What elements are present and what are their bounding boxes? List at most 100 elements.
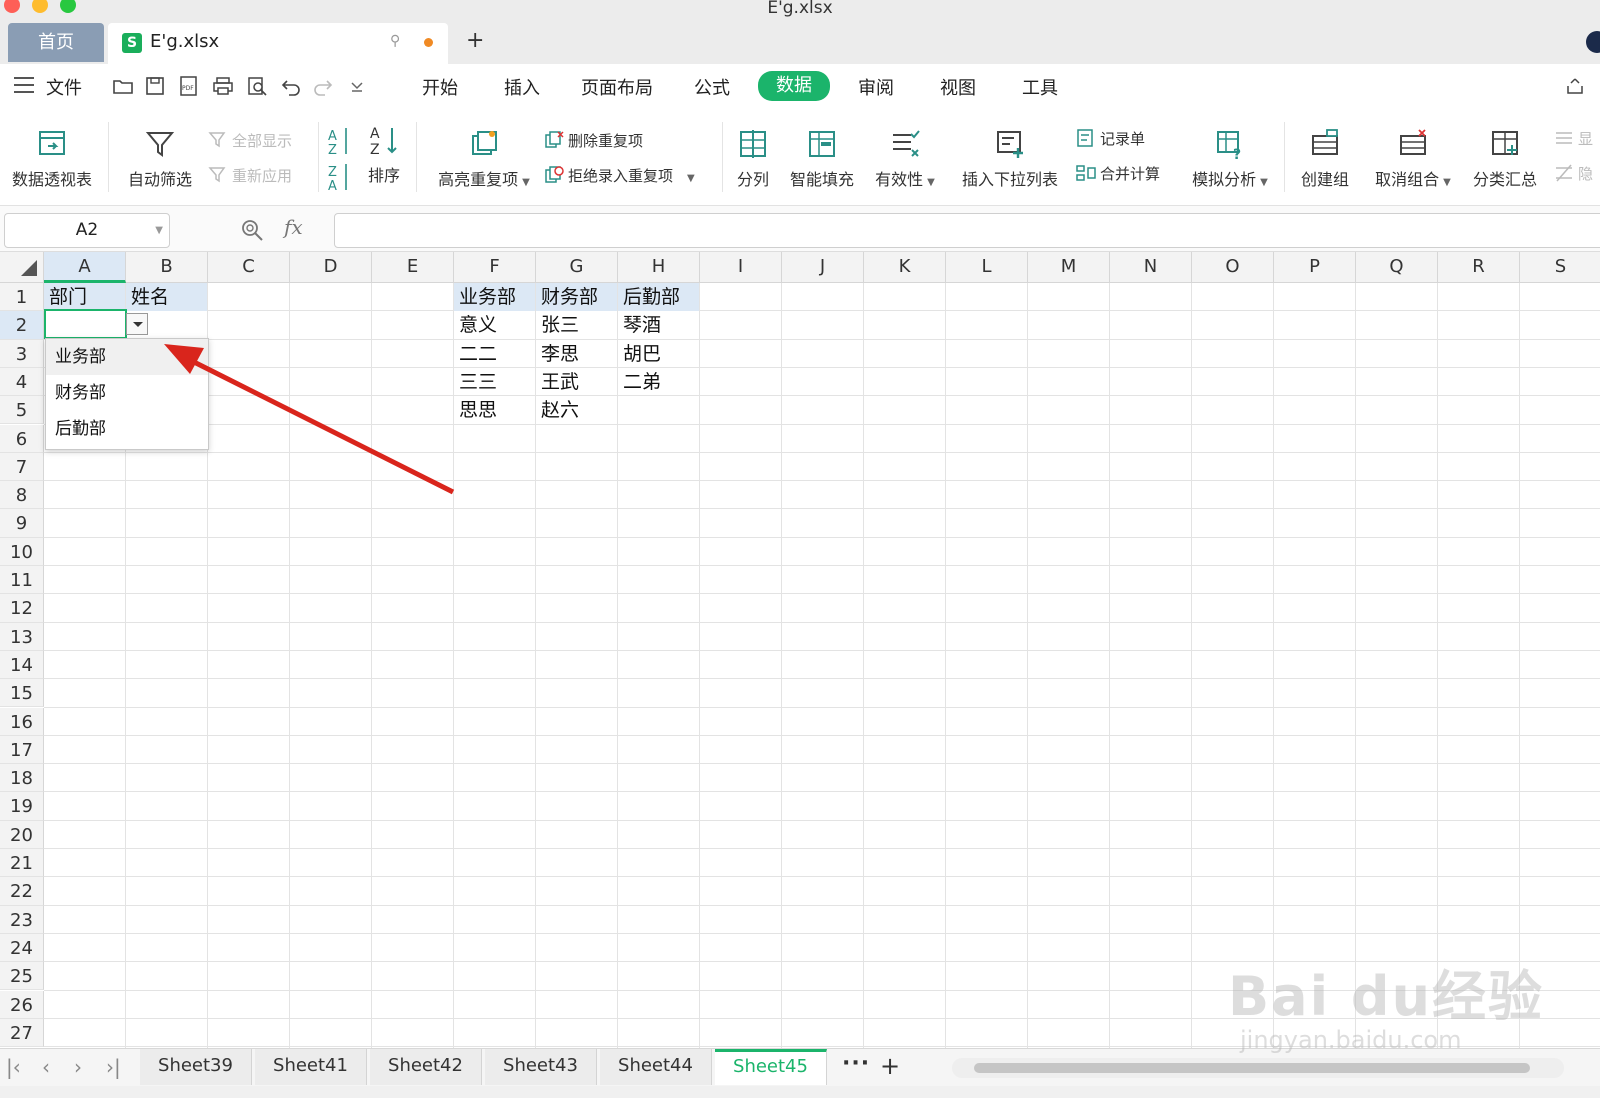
row-header-13[interactable]: 13 — [0, 622, 44, 651]
column-header-f[interactable]: F — [454, 252, 536, 283]
menu-tab-data[interactable]: 数据 — [758, 71, 830, 101]
first-sheet-icon[interactable]: |‹ — [6, 1055, 21, 1079]
column-header-o[interactable]: O — [1192, 252, 1274, 283]
cell-g2[interactable]: 张三 — [536, 311, 617, 339]
column-header-m[interactable]: M — [1028, 252, 1110, 283]
export-pdf-icon[interactable]: PDF — [178, 75, 200, 97]
cell-h2[interactable]: 琴酒 — [618, 311, 699, 339]
column-header-i[interactable]: I — [700, 252, 782, 283]
dropdown-option[interactable]: 财务部 — [46, 375, 208, 411]
insert-dropdown-list-button[interactable]: 插入下拉列表 — [958, 128, 1062, 190]
sheet-tab-sheet42[interactable]: Sheet42 — [370, 1049, 482, 1085]
chevron-down-icon[interactable]: ▼ — [155, 214, 163, 247]
autofilter-button[interactable]: 自动筛选 — [122, 128, 198, 190]
spreadsheet-grid[interactable]: A B C D E F G H I J K L M N O P Q R S 1 2 3 4 5 6 7 8 9 10 11 12 13 14 15… — [0, 252, 1600, 1048]
row-header-1[interactable]: 1 — [0, 283, 44, 312]
row-header-16[interactable]: 16 — [0, 707, 44, 736]
horizontal-scrollbar[interactable] — [952, 1058, 1564, 1078]
cell-g1[interactable]: 财务部 — [536, 283, 617, 311]
column-header-s[interactable]: S — [1520, 252, 1600, 283]
row-header-18[interactable]: 18 — [0, 764, 44, 793]
column-header-r[interactable]: R — [1438, 252, 1520, 283]
reject-duplicates-button[interactable]: 拒绝录入重复项 ▼ — [544, 165, 695, 186]
share-icon[interactable] — [1565, 76, 1585, 96]
column-header-j[interactable]: J — [782, 252, 864, 283]
row-header-12[interactable]: 12 — [0, 594, 44, 623]
dropdown-option[interactable]: 后勤部 — [46, 411, 208, 447]
formula-input[interactable] — [334, 213, 1600, 248]
menu-tab-view[interactable]: 视图 — [940, 74, 976, 100]
row-header-6[interactable]: 6 — [0, 424, 44, 453]
menu-tab-insert[interactable]: 插入 — [504, 74, 540, 100]
row-header-3[interactable]: 3 — [0, 339, 44, 368]
prev-sheet-icon[interactable]: ‹ — [42, 1055, 50, 1079]
split-column-button[interactable]: 分列 — [730, 128, 776, 190]
print-preview-icon[interactable] — [246, 75, 268, 97]
cell-f5[interactable]: 思思 — [454, 396, 535, 424]
menu-tab-tools[interactable]: 工具 — [1022, 74, 1058, 100]
menu-file[interactable]: 文件 — [46, 74, 82, 100]
row-header-22[interactable]: 22 — [0, 877, 44, 906]
validity-button[interactable]: 有效性 ▼ — [872, 128, 938, 190]
undo-icon[interactable] — [280, 75, 302, 97]
record-form-button[interactable]: 记录单 — [1076, 128, 1145, 149]
cell-b1[interactable]: 姓名 — [126, 283, 207, 311]
tab-file[interactable]: S E'g.xlsx ⚲ — [108, 23, 448, 64]
row-header-17[interactable]: 17 — [0, 735, 44, 765]
last-sheet-icon[interactable]: ›| — [106, 1055, 121, 1079]
sheet-tab-sheet44[interactable]: Sheet44 — [600, 1049, 712, 1085]
column-header-d[interactable]: D — [290, 252, 372, 283]
menu-tab-page-layout[interactable]: 页面布局 — [581, 74, 653, 100]
row-header-19[interactable]: 19 — [0, 792, 44, 821]
row-header-8[interactable]: 8 — [0, 481, 44, 510]
row-header-2[interactable]: 2 — [0, 311, 44, 340]
highlight-duplicates-button[interactable]: 高亮重复项 ▼ — [428, 128, 540, 190]
hide-detail-button[interactable]: 隐 — [1554, 163, 1593, 184]
column-header-a[interactable]: A — [44, 252, 126, 283]
cell-a1[interactable]: 部门 — [44, 283, 125, 311]
print-icon[interactable] — [212, 75, 234, 97]
menu-tab-formula[interactable]: 公式 — [694, 74, 730, 100]
dropdown-option[interactable]: 业务部 — [46, 339, 208, 375]
cell-f3[interactable]: 二二 — [454, 340, 535, 368]
pivot-table-button[interactable]: 数据透视表 — [8, 128, 96, 190]
column-header-b[interactable]: B — [126, 252, 208, 283]
row-header-23[interactable]: 23 — [0, 905, 44, 934]
what-if-analysis-button[interactable]: ? 模拟分析 ▼ — [1188, 128, 1272, 190]
cell-f1[interactable]: 业务部 — [454, 283, 535, 311]
row-header-10[interactable]: 10 — [0, 537, 44, 566]
customize-quick-access-icon[interactable] — [346, 75, 368, 97]
column-header-k[interactable]: K — [864, 252, 946, 283]
scrollbar-thumb[interactable] — [974, 1063, 1530, 1073]
cell-g3[interactable]: 李思 — [536, 340, 617, 368]
row-header-24[interactable]: 24 — [0, 933, 44, 963]
more-sheets-button[interactable]: ··· — [842, 1051, 870, 1076]
next-sheet-icon[interactable]: › — [74, 1055, 82, 1079]
insert-function-button[interactable]: fx — [284, 215, 303, 239]
menu-tab-start[interactable]: 开始 — [422, 74, 458, 100]
sort-button[interactable]: AZ 排序 — [362, 124, 406, 186]
ungroup-button[interactable]: 取消组合 ▼ — [1370, 128, 1456, 190]
consolidate-button[interactable]: 合并计算 — [1076, 163, 1160, 184]
row-header-7[interactable]: 7 — [0, 452, 44, 482]
row-header-20[interactable]: 20 — [0, 820, 44, 849]
row-header-5[interactable]: 5 — [0, 396, 44, 425]
column-header-p[interactable]: P — [1274, 252, 1356, 283]
avatar[interactable] — [1586, 31, 1600, 53]
reapply-button[interactable]: 重新应用 — [208, 165, 292, 186]
row-header-4[interactable]: 4 — [0, 367, 44, 397]
cell-h3[interactable]: 胡巴 — [618, 340, 699, 368]
cell-g5[interactable]: 赵六 — [536, 396, 617, 424]
row-header-25[interactable]: 25 — [0, 962, 44, 991]
sheet-tab-sheet45[interactable]: Sheet45 — [715, 1049, 827, 1085]
cell-g4[interactable]: 王武 — [536, 368, 617, 396]
row-header-14[interactable]: 14 — [0, 650, 44, 680]
column-header-n[interactable]: N — [1110, 252, 1192, 283]
new-tab-button[interactable]: + — [466, 28, 484, 53]
smart-fill-button[interactable]: 智能填充 — [786, 128, 858, 190]
sheet-tab-sheet41[interactable]: Sheet41 — [255, 1049, 367, 1085]
menu-tab-review[interactable]: 审阅 — [858, 74, 894, 100]
column-header-g[interactable]: G — [536, 252, 618, 283]
tab-home[interactable]: 首页 — [8, 23, 104, 62]
column-header-h[interactable]: H — [618, 252, 700, 283]
